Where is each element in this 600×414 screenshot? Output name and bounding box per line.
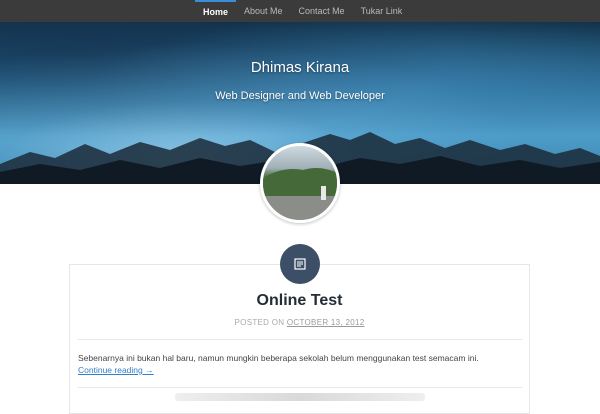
- nav-menu: Home About Me Contact Me Tukar Link: [195, 0, 410, 22]
- posted-on-label: POSTED ON: [234, 318, 285, 327]
- continue-reading-link[interactable]: Continue reading →: [78, 365, 154, 375]
- avatar-photo: [263, 168, 337, 220]
- post-date-link[interactable]: OCTOBER 13, 2012: [287, 318, 365, 327]
- site-title[interactable]: Dhimas Kirana: [0, 59, 600, 76]
- site-tagline: Web Designer and Web Developer: [215, 90, 385, 102]
- nav-item-home[interactable]: Home: [195, 0, 237, 22]
- nav-item-contact-me[interactable]: Contact Me: [291, 0, 353, 22]
- post-meta: POSTED ON OCTOBER 13, 2012: [69, 318, 530, 327]
- post-excerpt: Sebenarnya ini bukan hal baru, namun mun…: [78, 352, 522, 376]
- top-navigation: Home About Me Contact Me Tukar Link: [0, 0, 600, 22]
- divider: [78, 387, 522, 388]
- nav-item-tukar-link[interactable]: Tukar Link: [353, 0, 411, 22]
- post-format-badge[interactable]: [280, 244, 320, 284]
- avatar: [260, 143, 340, 223]
- post-title[interactable]: Online Test: [69, 292, 530, 310]
- divider: [78, 339, 522, 340]
- nav-item-about-me[interactable]: About Me: [236, 0, 291, 22]
- standard-post-icon: [294, 258, 306, 270]
- excerpt-text: Sebenarnya ini bukan hal baru, namun mun…: [78, 353, 479, 363]
